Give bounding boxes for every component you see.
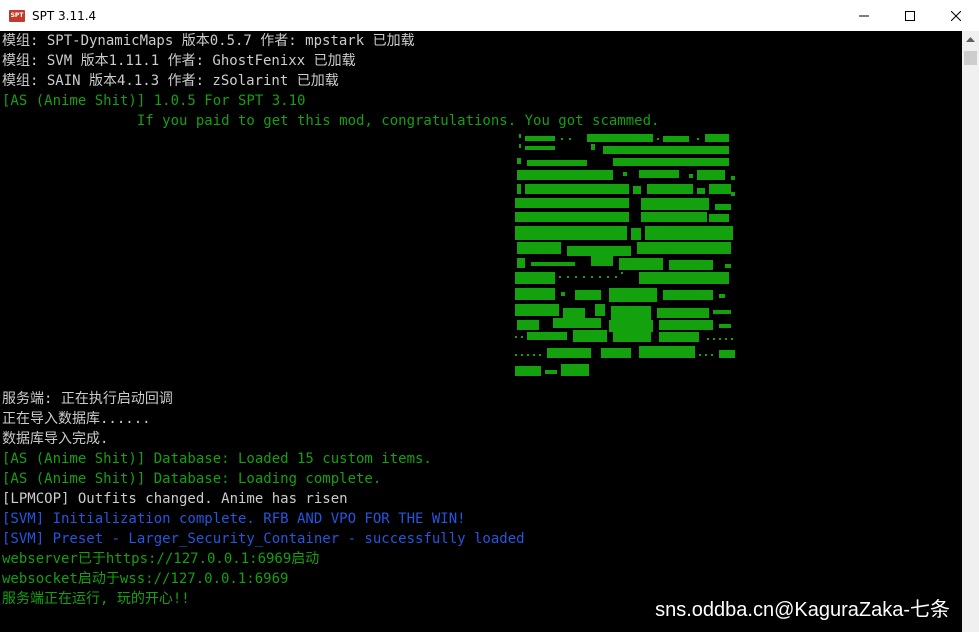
maximize-icon [905, 10, 915, 21]
console-output[interactable]: 模组: SPT-DynamicMaps 版本0.5.7 作者: mpstark … [0, 31, 962, 632]
console-line: [AS (Anime Shit)] 1.0.5 For SPT 3.10 [2, 93, 306, 109]
console-line: 服务端: 正在执行启动回调 [2, 391, 173, 407]
scroll-thumb[interactable] [964, 51, 977, 65]
console-line: [AS (Anime Shit)] Database: Loading comp… [2, 471, 382, 487]
window-title: SPT 3.11.4 [32, 8, 97, 23]
console-line: [SVM] Preset - Larger_Security_Container… [2, 531, 525, 547]
console-line: webserver已于https://127.0.0.1:6969启动 [2, 551, 320, 567]
console-line: 模组: SVM 版本1.11.1 作者: GhostFenixx 已加载 [2, 53, 356, 69]
console-line: If you paid to get this mod, congratulat… [2, 113, 660, 129]
console-line: 服务端正在运行, 玩的开心!! [2, 591, 190, 607]
close-icon [951, 10, 961, 21]
maximize-button[interactable] [887, 0, 933, 31]
window-controls [841, 0, 979, 31]
close-button[interactable] [933, 0, 979, 31]
chevron-up-icon [966, 36, 975, 42]
scroll-up-button[interactable] [962, 31, 979, 48]
watermark-text: sns.oddba.cn@KaguraZaka-七条 [655, 599, 950, 621]
console-window: SPT SPT 3.11.4 模组: SPT-DynamicMaps 版本0.5… [0, 0, 979, 632]
title-bar[interactable]: SPT SPT 3.11.4 [0, 0, 979, 31]
console-line: [LPMCOP] Outfits changed. Anime has rise… [2, 491, 348, 507]
app-icon: SPT [9, 9, 25, 22]
ascii-art-image [515, 134, 735, 376]
console-line: websocket启动于wss://127.0.0.1:6969 [2, 571, 289, 587]
console-line: [SVM] Initialization complete. RFB AND V… [2, 511, 466, 527]
minimize-icon [859, 15, 869, 16]
minimize-button[interactable] [841, 0, 887, 31]
console-line: 模组: SAIN 版本4.1.3 作者: zSolarint 已加载 [2, 73, 339, 89]
vertical-scrollbar[interactable] [962, 31, 979, 632]
console-line: 数据库导入完成. [2, 431, 109, 447]
console-line: 模组: SPT-DynamicMaps 版本0.5.7 作者: mpstark … [2, 33, 415, 49]
console-line: 正在导入数据库...... [2, 411, 151, 427]
console-line: [AS (Anime Shit)] Database: Loaded 15 cu… [2, 451, 432, 467]
